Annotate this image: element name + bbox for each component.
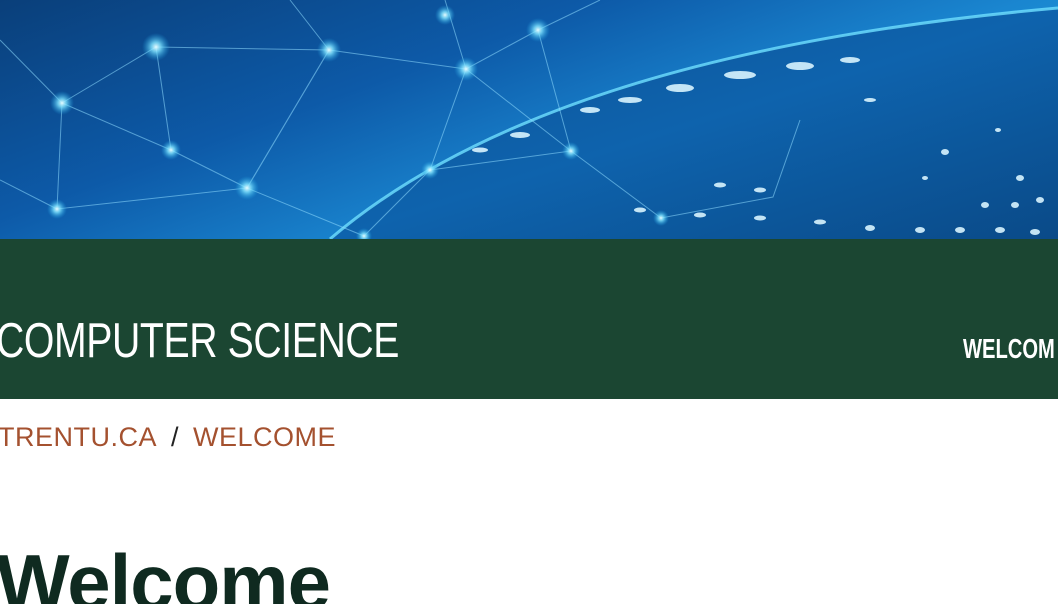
- page: COMPUTER SCIENCE WELCOM TRENTU.CA / WELCOM…: [0, 0, 1058, 604]
- network-globe-graphic: [0, 0, 1058, 239]
- site-header: COMPUTER SCIENCE WELCOM: [0, 239, 1058, 399]
- breadcrumb-home-link[interactable]: TRENTU.CA: [0, 422, 157, 452]
- hero-banner-image: [0, 0, 1058, 239]
- breadcrumb-separator: /: [171, 422, 180, 452]
- nav-item-welcome[interactable]: WELCOM: [963, 331, 1055, 367]
- page-title: Welcome: [0, 538, 331, 604]
- site-title[interactable]: COMPUTER SCIENCE: [0, 311, 399, 371]
- breadcrumb-current-link[interactable]: WELCOME: [193, 422, 336, 452]
- breadcrumb: TRENTU.CA / WELCOME: [0, 420, 336, 454]
